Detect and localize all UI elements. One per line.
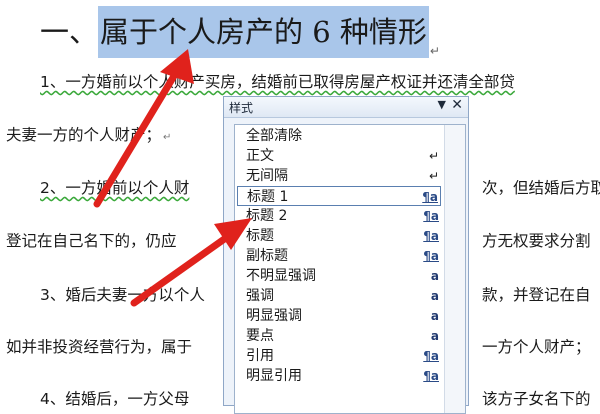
paragraph-line-3-tail: 次，但结婚后方取 [482,179,600,197]
style-item-intense-quote[interactable]: 明显引用 ¶a [237,366,441,386]
character-style-icon: a [430,289,439,303]
linked-style-icon: ¶a [423,349,439,363]
heading-line: 一、属于个人房产的 6 种情形↵ [40,6,440,58]
style-list-scrollbar[interactable] [444,125,465,413]
style-item-title[interactable]: 标题 ¶a [237,226,441,246]
styles-pane: 样式 ▼ ✕ 全部清除 正文 ↵ 无间隔 ↵ 标题 1 ¶a 标题 2 ¶a 标题 ¶a … [223,96,469,414]
styles-pane-title: 样式 [229,101,254,115]
paragraph-line-7-tail: 该方子女名下的 [482,390,591,408]
paragraph-style-icon: ↵ [428,149,439,163]
style-item-subtitle[interactable]: 副标题 ¶a [237,246,441,266]
linked-style-icon: ¶a [423,229,439,243]
style-list: 全部清除 正文 ↵ 无间隔 ↵ 标题 1 ¶a 标题 2 ¶a 标题 ¶a 副标题 ¶a 不… [234,124,466,414]
paragraph-style-icon: ↵ [428,169,439,183]
paragraph-mark: ↵ [163,132,172,143]
linked-style-icon: ¶a [423,369,439,383]
paragraph-line-5-tail: 款，并登记在自 [482,286,591,304]
linked-style-icon: ¶a [423,209,439,223]
style-item-clear-all[interactable]: 全部清除 [237,126,441,146]
paragraph-line-6: 如并非投资经营行为，属于 [6,338,193,356]
paragraph-line-3: 2、一方婚前以个人财 [40,179,190,197]
chevron-down-icon[interactable]: ▼ [438,98,446,111]
paragraph-line-2: 夫妻一方的个人财产； ↵ [6,126,172,144]
style-item-strong[interactable]: 要点 a [237,326,441,346]
paragraph-line-5: 3、婚后夫妻一方以个人 [40,286,205,304]
style-item-normal[interactable]: 正文 ↵ [237,146,441,166]
style-item-emphasis[interactable]: 强调 a [237,286,441,306]
paragraph-line-7: 4、结婚后，一方父母 [40,390,190,408]
paragraph-mark: ↵ [429,44,440,58]
character-style-icon: a [430,309,439,323]
heading-title-selected[interactable]: 属于个人房产的 6 种情形 [98,6,429,58]
style-item-heading-2[interactable]: 标题 2 ¶a [237,206,441,226]
style-item-quote[interactable]: 引用 ¶a [237,346,441,366]
paragraph-line-4-tail: 方无权要求分割 [482,232,591,250]
close-icon[interactable]: ✕ [451,97,463,113]
character-style-icon: a [430,329,439,343]
style-item-no-spacing[interactable]: 无间隔 ↵ [237,166,441,186]
heading-number: 一、 [40,15,99,49]
paragraph-line-6-tail: 一方个人财产； [482,338,591,356]
paragraph-line-4: 登记在自己名下的，仍应 [6,232,177,250]
style-item-intense-emphasis[interactable]: 明显强调 a [237,306,441,326]
character-style-icon: a [430,269,439,283]
paragraph-line-1: 1、一方婚前以个人财产买房，结婚前已取得房屋产权证并还清全部贷 [40,73,515,91]
style-item-subtle-emphasis[interactable]: 不明显强调 a [237,266,441,286]
linked-style-icon: ¶a [423,249,439,263]
styles-pane-header[interactable]: 样式 ▼ ✕ [224,97,468,118]
linked-style-icon: ¶a [422,190,438,204]
style-item-heading-1[interactable]: 标题 1 ¶a [237,186,441,206]
